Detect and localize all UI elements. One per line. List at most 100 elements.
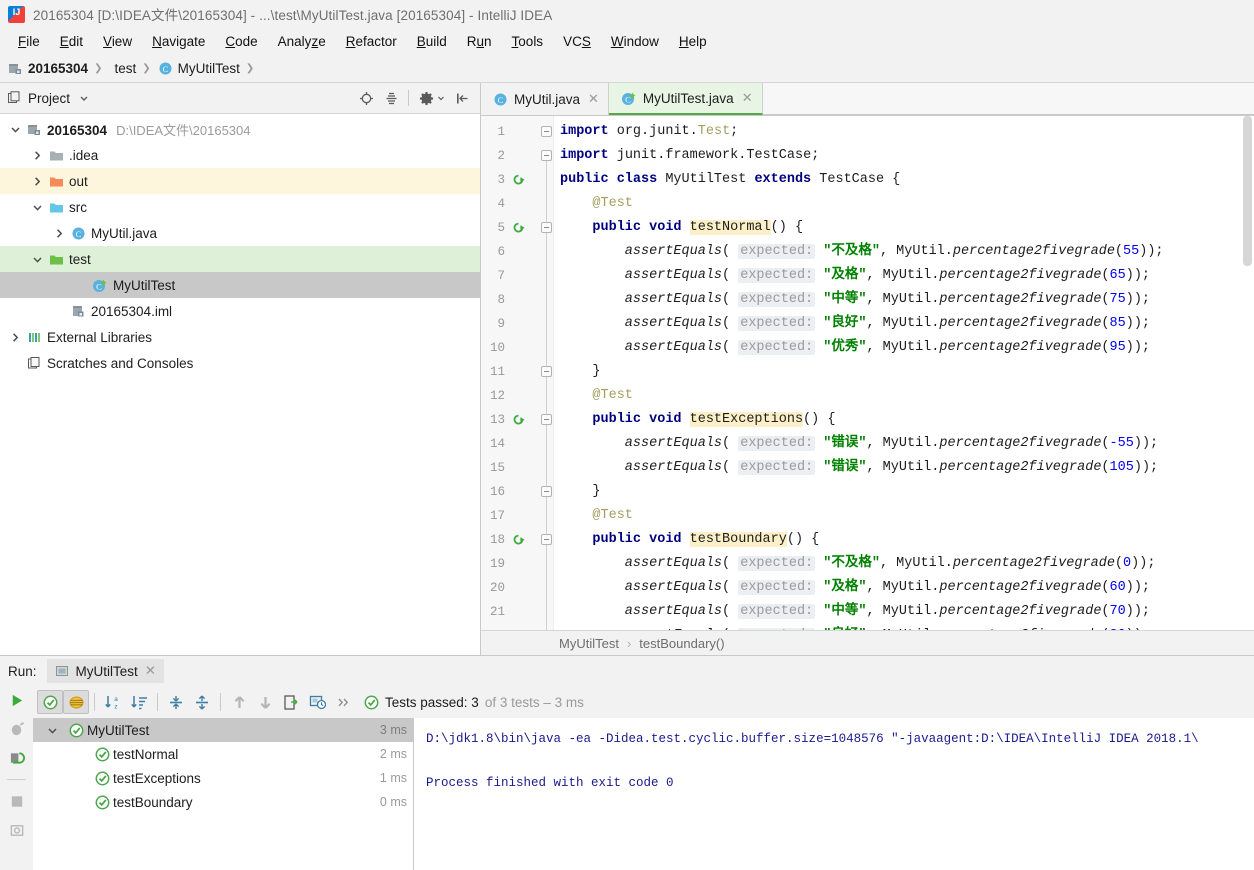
- breadcrumb-item-test[interactable]: test: [109, 61, 136, 76]
- screenshot-icon[interactable]: [9, 822, 25, 838]
- menu-item-code[interactable]: Code: [215, 32, 267, 51]
- menu-item-run[interactable]: Run: [457, 32, 502, 51]
- tree-node-external-libraries[interactable]: External Libraries: [0, 324, 480, 350]
- chevron-down-icon[interactable]: [28, 202, 46, 213]
- code-line[interactable]: assertEquals( expected: "良好", MyUtil.per…: [560, 624, 1150, 630]
- code-line[interactable]: @Test: [560, 384, 633, 408]
- menu-item-vcs[interactable]: VCS: [553, 32, 601, 51]
- sort-by-duration[interactable]: [126, 690, 152, 714]
- run-toolbar[interactable]: a z Tests passed: 3 of 3 tests – 3 ms: [33, 686, 1254, 718]
- code-line[interactable]: @Test: [560, 504, 633, 528]
- code-line[interactable]: public void testExceptions() {: [560, 408, 835, 432]
- code-line[interactable]: assertEquals( expected: "优秀", MyUtil.per…: [560, 336, 1150, 360]
- tree-node-20165304[interactable]: 20165304 D:\IDEA文件\20165304: [0, 116, 480, 142]
- code-line[interactable]: assertEquals( expected: "中等", MyUtil.per…: [560, 600, 1150, 624]
- chevron-right-icon[interactable]: [28, 150, 46, 161]
- tree-node-test[interactable]: test: [0, 246, 480, 272]
- test-row-myutiltest[interactable]: MyUtilTest 3 ms: [33, 718, 413, 742]
- console-output[interactable]: D:\jdk1.8\bin\java -ea -Didea.test.cycli…: [414, 718, 1254, 870]
- tree-node-myutiltest[interactable]: C MyUtilTest: [0, 272, 480, 298]
- tree-node-scratches-and-consoles[interactable]: Scratches and Consoles: [0, 350, 480, 376]
- chevron-right-icon[interactable]: [28, 176, 46, 187]
- menu-item-build[interactable]: Build: [407, 32, 457, 51]
- code-line[interactable]: assertEquals( expected: "错误", MyUtil.per…: [560, 456, 1158, 480]
- menu-item-edit[interactable]: Edit: [50, 32, 93, 51]
- tree-node-out[interactable]: out: [0, 168, 480, 194]
- expand-all[interactable]: [163, 690, 189, 714]
- menu-item-help[interactable]: Help: [669, 32, 717, 51]
- breadcrumb-method[interactable]: testBoundary(): [639, 636, 724, 651]
- tree-node--idea[interactable]: .idea: [0, 142, 480, 168]
- run-sidebar-toolbar[interactable]: [0, 686, 33, 870]
- more-options[interactable]: [330, 690, 356, 714]
- run-tab-myutiltest[interactable]: MyUtilTest ✕: [46, 659, 165, 683]
- previous-failed-test[interactable]: [226, 690, 252, 714]
- code-line[interactable]: import org.junit.Test;: [560, 120, 738, 144]
- code-line[interactable]: assertEquals( expected: "错误", MyUtil.per…: [560, 432, 1158, 456]
- next-failed-test[interactable]: [252, 690, 278, 714]
- editor-breadcrumb[interactable]: MyUtilTest › testBoundary(): [481, 630, 1254, 655]
- editor-tab-myutil-java[interactable]: C MyUtil.java ✕: [481, 83, 609, 115]
- code-line[interactable]: assertEquals( expected: "中等", MyUtil.per…: [560, 288, 1150, 312]
- locate-icon[interactable]: [358, 90, 374, 106]
- code-editor[interactable]: 12345678910111213141516171819202122 impo…: [481, 116, 1254, 630]
- code-line[interactable]: public void testNormal() {: [560, 216, 803, 240]
- chevron-down-icon[interactable]: [6, 124, 24, 135]
- editor-scrollbar[interactable]: [1241, 116, 1254, 630]
- code-line[interactable]: }: [560, 480, 600, 504]
- chevron-down-icon[interactable]: [28, 254, 46, 265]
- code-line[interactable]: assertEquals( expected: "及格", MyUtil.per…: [560, 576, 1150, 600]
- project-tree[interactable]: 20165304 D:\IDEA文件\20165304 .idea out src C My…: [0, 114, 480, 655]
- show-ignored-toggle[interactable]: [63, 690, 89, 714]
- run-test-gutter-icon[interactable]: [511, 412, 527, 428]
- rerun-tests-icon[interactable]: [9, 750, 25, 766]
- menu-item-window[interactable]: Window: [601, 32, 669, 51]
- menu-item-file[interactable]: File: [8, 32, 50, 51]
- close-icon[interactable]: ✕: [742, 90, 753, 106]
- scrollbar-thumb[interactable]: [1243, 116, 1252, 266]
- collapse-all-icon[interactable]: [383, 90, 399, 106]
- editor-gutter[interactable]: 12345678910111213141516171819202122: [481, 116, 554, 630]
- editor-tab-myutiltest-java[interactable]: C MyUtilTest.java ✕: [608, 83, 763, 115]
- close-icon[interactable]: ✕: [145, 663, 156, 679]
- code-fold-toggle[interactable]: [541, 222, 552, 233]
- code-line[interactable]: assertEquals( expected: "良好", MyUtil.per…: [560, 312, 1150, 336]
- code-line[interactable]: }: [560, 360, 600, 384]
- code-fold-toggle[interactable]: [541, 534, 552, 545]
- hide-panel-icon[interactable]: [454, 90, 470, 106]
- code-line[interactable]: import junit.framework.TestCase;: [560, 144, 819, 168]
- run-test-gutter-icon[interactable]: [511, 532, 527, 548]
- menu-item-navigate[interactable]: Navigate: [142, 32, 215, 51]
- run-icon[interactable]: [9, 692, 25, 708]
- menu-item-analyze[interactable]: Analyze: [268, 32, 336, 51]
- code-line[interactable]: public class MyUtilTest extends TestCase…: [560, 168, 900, 192]
- code-line[interactable]: public void testBoundary() {: [560, 528, 819, 552]
- export-test-results[interactable]: [278, 690, 304, 714]
- run-test-gutter-icon[interactable]: [511, 172, 527, 188]
- code-content[interactable]: import org.junit.Test; import junit.frame…: [554, 116, 1254, 630]
- breadcrumb-item-20165304[interactable]: 20165304: [8, 61, 88, 76]
- code-line[interactable]: assertEquals( expected: "及格", MyUtil.per…: [560, 264, 1150, 288]
- code-fold-toggle[interactable]: [541, 150, 552, 161]
- sort-alphabetically[interactable]: az: [100, 690, 126, 714]
- code-line[interactable]: assertEquals( expected: "不及格", MyUtil.pe…: [560, 240, 1164, 264]
- code-fold-toggle[interactable]: [541, 366, 552, 377]
- test-results-tree[interactable]: MyUtilTest 3 ms testNormal 2 ms testExceptio…: [33, 718, 414, 870]
- test-history[interactable]: [304, 690, 330, 714]
- menu-item-view[interactable]: View: [93, 32, 142, 51]
- collapse-all[interactable]: [189, 690, 215, 714]
- close-icon[interactable]: ✕: [588, 91, 599, 107]
- chevron-down-icon[interactable]: [76, 90, 92, 106]
- chevron-right-icon[interactable]: [50, 228, 68, 239]
- settings-gear-icon[interactable]: [418, 90, 434, 106]
- menu-item-tools[interactable]: Tools: [502, 32, 554, 51]
- test-row-testnormal[interactable]: testNormal 2 ms: [33, 742, 413, 766]
- stop-icon[interactable]: [9, 793, 25, 809]
- tree-node-myutil-java[interactable]: C MyUtil.java: [0, 220, 480, 246]
- breadcrumb-item-myutiltest[interactable]: C MyUtilTest: [158, 61, 240, 76]
- show-passed-toggle[interactable]: [37, 690, 63, 714]
- tree-node-20165304-iml[interactable]: 20165304.iml: [0, 298, 480, 324]
- code-fold-toggle[interactable]: [541, 126, 552, 137]
- chevron-down-small-icon[interactable]: [437, 90, 445, 106]
- chevron-down-icon[interactable]: [39, 725, 65, 736]
